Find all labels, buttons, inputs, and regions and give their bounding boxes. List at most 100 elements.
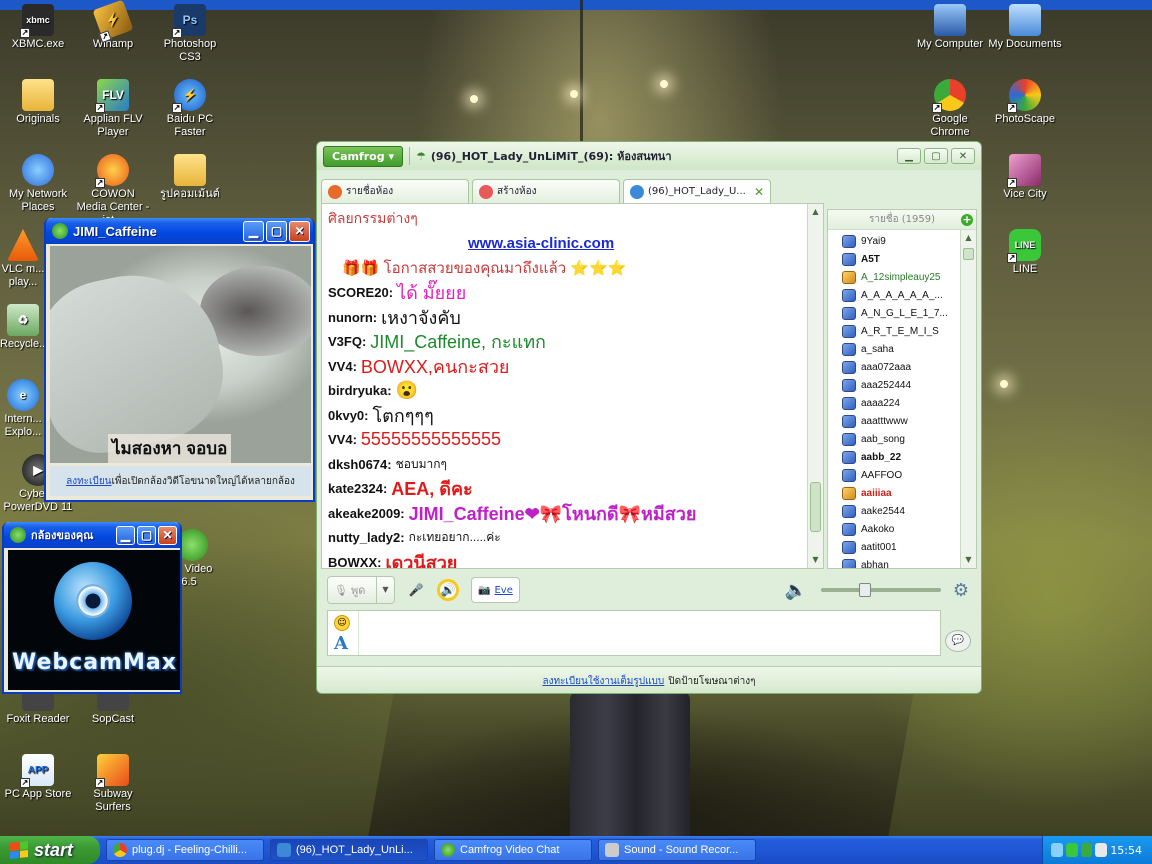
desktop-icon-line[interactable]: LINE ↗ LINE — [987, 229, 1063, 276]
chat-nick[interactable]: kate2324: — [328, 481, 387, 496]
webcam-viewer-titlebar[interactable]: JIMI_Caffeine ▁ ▢ ✕ — [46, 218, 313, 244]
user-list-item[interactable]: AAFFOO — [842, 466, 960, 484]
volume-slider[interactable] — [820, 583, 941, 597]
camera-chip[interactable]: 📷 Eve — [471, 577, 520, 603]
desktop-icon-vice-city[interactable]: ↗ Vice City — [987, 154, 1063, 201]
desktop-icon-chrome[interactable]: ↗ Google Chrome — [912, 79, 988, 139]
desktop-icon-ie[interactable]: e Intern... Explo... — [0, 379, 46, 439]
minimize-button[interactable]: ▁ — [116, 525, 135, 545]
register-full-link[interactable]: ลงทะเบียนใช้งานเต็มรูปแบบ — [542, 674, 664, 689]
chat-nick[interactable]: dksh0674: — [328, 457, 392, 472]
user-list-item[interactable]: A_N_G_L_E_1_7... — [842, 304, 960, 322]
chat-nick[interactable]: VV4: — [328, 359, 357, 374]
chat-nick[interactable]: 0kvy0: — [328, 408, 368, 423]
user-list-item[interactable]: Aakoko — [842, 520, 960, 538]
scroll-down-icon[interactable]: ▼ — [962, 553, 975, 567]
user-list-item[interactable]: abhan — [842, 556, 960, 568]
camfrog-menu-button[interactable]: Camfrog ▾ — [323, 145, 403, 167]
user-list-item[interactable]: aake2544 — [842, 502, 960, 520]
tab-close-icon[interactable]: ✕ — [754, 185, 764, 199]
chat-nick[interactable]: nutty_lady2: — [328, 530, 405, 545]
gear-icon[interactable]: ⚙ — [953, 580, 969, 601]
user-list-item[interactable]: aaiiiaa — [842, 484, 960, 502]
chat-nick[interactable]: V3FQ: — [328, 334, 366, 349]
start-button[interactable]: start — [0, 836, 100, 864]
desktop-icon-cowon[interactable]: ↗ COWON Media Center - jet... — [75, 154, 151, 227]
desktop-icon-recycle[interactable]: ♻ Recycle... — [0, 304, 46, 351]
camfrog-titlebar[interactable]: Camfrog ▾ ☂ (96)_HOT_Lady_UnLiMiT_(69): … — [317, 142, 981, 170]
taskbar-item-camfrog-room[interactable]: (96)_HOT_Lady_UnLi... — [270, 839, 428, 861]
user-list-item[interactable]: a_saha — [842, 340, 960, 358]
user-list-item[interactable]: aaa252444 — [842, 376, 960, 394]
desktop-icon-baidu[interactable]: ⚡ ↗ Baidu PC Faster — [152, 79, 228, 139]
user-list-item[interactable]: aab_song — [842, 430, 960, 448]
maximize-button[interactable]: ▢ — [266, 220, 287, 242]
desktop-icon-vlc[interactable]: VLC m... play... — [0, 229, 46, 289]
taskbar-item-sound-recorder[interactable]: Sound - Sound Recor... — [598, 839, 756, 861]
chat-log[interactable]: ศิลยกรรมต่างๆ www.asia-clinic.com 🎁🎁 โอกาส… — [321, 203, 824, 569]
user-list-item[interactable]: aaa072aaa — [842, 358, 960, 376]
desktop-icon-photoscape[interactable]: ↗ PhotoScape — [987, 79, 1063, 126]
user-list-item[interactable]: A5T — [842, 250, 960, 268]
user-list-item[interactable]: aabb_22 — [842, 448, 960, 466]
volume-tray-icon[interactable] — [1095, 843, 1108, 857]
chevron-down-icon[interactable]: ▼ — [376, 577, 394, 603]
camfrog-tray-icon[interactable] — [1080, 843, 1093, 857]
user-list-item[interactable]: 9Yai9 — [842, 232, 960, 250]
scroll-down-icon[interactable]: ▼ — [809, 553, 822, 567]
microphone-icon[interactable]: 🎤 — [405, 579, 427, 601]
chat-scrollbar[interactable]: ▲ ▼ — [807, 204, 823, 568]
close-button[interactable]: ✕ — [289, 220, 310, 242]
desktop-icon-my-computer[interactable]: My Computer — [912, 4, 988, 51]
user-list-item[interactable]: aatit001 — [842, 538, 960, 556]
font-icon[interactable]: A — [334, 633, 348, 654]
user-list-scrollbar[interactable]: ▲ ▼ — [960, 230, 976, 568]
minimize-button[interactable]: ▁ — [897, 148, 921, 164]
desktop-icon-photo-comment[interactable]: รูปคอมเม้นต์ — [152, 154, 228, 201]
user-list-item[interactable]: aaaa224 — [842, 394, 960, 412]
speaker-level-icon[interactable]: 🔊 — [437, 579, 459, 601]
add-user-icon[interactable]: + — [961, 214, 973, 226]
taskbar-item-camfrog-video-chat[interactable]: Camfrog Video Chat — [434, 839, 592, 861]
tab-create-room[interactable]: สร้างห้อง — [472, 179, 620, 203]
taskbar-item-plug-dj[interactable]: plug.dj - Feeling-Chilli... — [106, 839, 264, 861]
register-link[interactable]: ลงทะเบียน — [66, 474, 111, 489]
line-tray-icon[interactable] — [1065, 843, 1078, 857]
user-list-item[interactable]: aaatttwww — [842, 412, 960, 430]
user-list-item[interactable]: A_12simpleauy25 — [842, 268, 960, 286]
send-bubble-icon[interactable]: 💬 — [945, 630, 971, 652]
scroll-up-icon[interactable]: ▲ — [962, 231, 975, 245]
tab-room-list[interactable]: รายชื่อห้อง — [321, 179, 469, 203]
chat-nick[interactable]: akeake2009: — [328, 506, 405, 521]
desktop-icon-subway-surfers[interactable]: ↗ Subway Surfers — [75, 754, 151, 814]
maximize-button[interactable]: ▢ — [137, 525, 156, 545]
desktop-icon-pc-app-store[interactable]: APP ↗ PC App Store — [0, 754, 76, 801]
minimize-button[interactable]: ▁ — [243, 220, 264, 242]
desktop-icon-applian-flv[interactable]: FLV ↗ Applian FLV Player — [75, 79, 151, 139]
desktop-icon-my-documents[interactable]: My Documents — [987, 4, 1063, 51]
scroll-up-icon[interactable]: ▲ — [809, 205, 822, 219]
message-input[interactable]: ☺ A — [327, 610, 941, 656]
network-icon[interactable] — [1051, 843, 1063, 857]
user-list-item[interactable]: A_R_T_E_M_I_S — [842, 322, 960, 340]
desktop-icon-xbmc[interactable]: xbmc ↗ XBMC.exe — [0, 4, 76, 51]
desktop-icon-photoshop[interactable]: Ps ↗ Photoshop CS3 — [152, 4, 228, 64]
maximize-button[interactable]: ▢ — [924, 148, 948, 164]
chat-nick[interactable]: VV4: — [328, 432, 357, 447]
desktop-icon-winamp[interactable]: ⚡ ↗ Winamp — [75, 0, 151, 51]
scroll-thumb[interactable] — [963, 248, 974, 260]
desktop-icon-network[interactable]: My Network Places — [0, 154, 76, 214]
scroll-thumb[interactable] — [810, 482, 821, 532]
chat-nick[interactable]: BOWXX: — [328, 555, 381, 568]
volume-knob[interactable] — [858, 583, 871, 597]
chat-nick[interactable]: nunorn: — [328, 310, 377, 325]
tab-current-room[interactable]: (96)_HOT_Lady_U... ✕ — [623, 179, 771, 203]
emoticon-icon[interactable]: ☺ — [334, 615, 350, 631]
close-button[interactable]: ✕ — [951, 148, 975, 164]
user-list-item[interactable]: A_A_A_A_A_A_... — [842, 286, 960, 304]
my-camera-titlebar[interactable]: กล้องของคุณ ▁ ▢ ✕ — [4, 522, 180, 548]
desktop-icon-originals[interactable]: Originals — [0, 79, 76, 126]
chat-nick[interactable]: SCORE20: — [328, 285, 393, 300]
talk-button[interactable]: 🎙 พูด ▼ — [327, 576, 395, 604]
close-button[interactable]: ✕ — [158, 525, 177, 545]
